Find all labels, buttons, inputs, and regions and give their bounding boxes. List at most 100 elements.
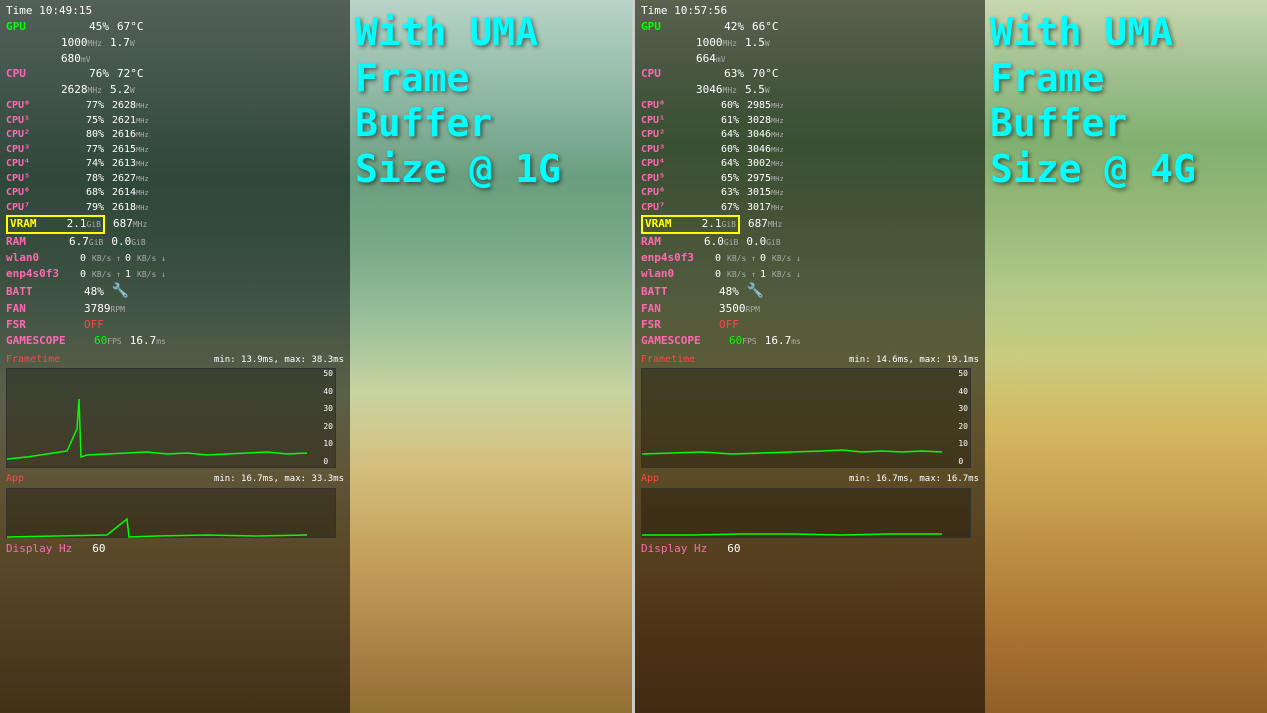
right-net2-label: wlan0	[641, 267, 711, 282]
left-batt-val: 48%	[84, 285, 104, 300]
right-overlay: Time 10:57:56 GPU 42% 66°C 1000MHz 1.5W …	[635, 0, 985, 713]
left-gpu-power: 1.7W	[110, 36, 135, 51]
left-time: Time 10:49:15	[6, 4, 344, 19]
right-cpu-label: CPU	[641, 67, 696, 82]
left-display-hz-label: Display Hz	[6, 542, 72, 557]
right-batt-icon: 🔧	[747, 282, 764, 301]
right-cpu-power: 5.5W	[745, 83, 770, 98]
right-ram-label: RAM	[641, 235, 696, 250]
left-cores-core-0: CPU⁰ 77% 2628MHz	[6, 99, 344, 113]
left-gpu-pct: 45%	[69, 20, 109, 35]
right-panel: Time 10:57:56 GPU 42% 66°C 1000MHz 1.5W …	[635, 0, 1267, 713]
right-cpu-cores: CPU⁰ 60% 2985MHz CPU¹ 61% 3028MHz CPU² 6…	[641, 99, 979, 214]
right-cpu-pct: 63%	[704, 67, 744, 82]
right-gamescope-label: GAMESCOPE	[641, 334, 721, 349]
left-cores-core-7: CPU⁷ 79% 2618MHz	[6, 201, 344, 215]
right-fan-val: 3500RPM	[719, 302, 760, 317]
right-ram-other: 0.0GiB	[746, 235, 780, 250]
left-overlay: Time 10:49:15 GPU 45% 67°C 1000MHz 1.7W …	[0, 0, 350, 713]
right-batt-val: 48%	[719, 285, 739, 300]
left-app-label: App	[6, 472, 24, 486]
right-fan-label: FAN	[641, 302, 711, 317]
right-uma-label: With UMA Frame Buffer Size @ 4G	[990, 10, 1196, 192]
right-cores-core-3: CPU³ 60% 3046MHz	[641, 143, 979, 157]
right-display-hz-val: 60	[727, 542, 740, 557]
right-frametime-chart	[642, 369, 952, 469]
right-cores-core-4: CPU⁴ 64% 3002MHz	[641, 157, 979, 171]
left-frametime-label: Frametime	[6, 353, 60, 367]
left-net1-label: wlan0	[6, 251, 76, 266]
right-vram-freq: 687MHz	[748, 217, 782, 232]
left-fan-val: 3789RPM	[84, 302, 125, 317]
left-panel: Time 10:49:15 GPU 45% 67°C 1000MHz 1.7W …	[0, 0, 632, 713]
left-cpu-power: 5.2W	[110, 83, 135, 98]
right-fsr-val: OFF	[719, 318, 739, 333]
left-cpu-temp: 72°C	[117, 67, 144, 82]
right-cores-core-2: CPU² 64% 3046MHz	[641, 128, 979, 142]
left-net2-label: enp4s0f3	[6, 267, 76, 282]
right-vram-label: VRAM	[645, 217, 695, 232]
left-gpu-freq: 1000MHz	[61, 36, 102, 51]
right-gpu-pct: 42%	[704, 20, 744, 35]
left-batt-label: BATT	[6, 285, 76, 300]
left-cores-core-2: CPU² 80% 2616MHz	[6, 128, 344, 142]
left-cpu-label: CPU	[6, 67, 61, 82]
left-cores-core-5: CPU⁵ 78% 2627MHz	[6, 172, 344, 186]
right-gpu-temp: 66°C	[752, 20, 779, 35]
left-fsr-val: OFF	[84, 318, 104, 333]
right-app-label: App	[641, 472, 659, 486]
right-cpu-temp: 70°C	[752, 67, 779, 82]
right-gamescope-fps: 60FPS	[729, 334, 757, 349]
right-cores-core-0: CPU⁰ 60% 2985MHz	[641, 99, 979, 113]
right-batt-label: BATT	[641, 285, 711, 300]
right-gpu-label: GPU	[641, 20, 696, 35]
right-gpu-power: 1.5W	[745, 36, 770, 51]
left-ram-other: 0.0GiB	[111, 235, 145, 250]
right-cores-core-5: CPU⁵ 65% 2975MHz	[641, 172, 979, 186]
left-cpu-freq: 2628MHz	[61, 83, 102, 98]
right-ram-val: 6.0GiB	[704, 235, 738, 250]
right-vram-val: 2.1GiB	[702, 217, 736, 230]
left-gpu-temp: 67°C	[117, 20, 144, 35]
left-frametime-stats: min: 13.9ms, max: 38.3ms	[214, 354, 344, 366]
left-gamescope-fps: 60FPS	[94, 334, 122, 349]
left-ram-val: 6.7GiB	[69, 235, 103, 250]
right-cores-core-7: CPU⁷ 67% 3017MHz	[641, 201, 979, 215]
right-fsr-label: FSR	[641, 318, 711, 333]
right-cores-core-6: CPU⁶ 63% 3015MHz	[641, 186, 979, 200]
left-vram-val: 2.1GiB	[67, 217, 101, 230]
left-app-chart	[7, 489, 317, 539]
right-frametime-stats: min: 14.6ms, max: 19.1ms	[849, 354, 979, 366]
right-cpu-freq: 3046MHz	[696, 83, 737, 98]
right-cores-core-1: CPU¹ 61% 3028MHz	[641, 114, 979, 128]
left-vram-label: VRAM	[10, 217, 60, 232]
left-frametime-chart	[7, 369, 317, 469]
left-fsr-label: FSR	[6, 318, 76, 333]
left-fan-label: FAN	[6, 302, 76, 317]
left-display-hz-val: 60	[92, 542, 105, 557]
left-batt-icon: 🔧	[112, 282, 129, 301]
left-ram-label: RAM	[6, 235, 61, 250]
right-gamescope-ms: 16.7ms	[765, 334, 801, 349]
left-cores-core-6: CPU⁶ 68% 2614MHz	[6, 186, 344, 200]
right-app-stats: min: 16.7ms, max: 16.7ms	[849, 473, 979, 485]
left-vram-freq: 687MHz	[113, 217, 147, 232]
right-app-chart	[642, 489, 952, 539]
left-cores-core-4: CPU⁴ 74% 2613MHz	[6, 157, 344, 171]
panel-divider	[632, 0, 635, 713]
left-cpu-cores: CPU⁰ 77% 2628MHz CPU¹ 75% 2621MHz CPU² 8…	[6, 99, 344, 214]
left-gpu-label: GPU	[6, 20, 61, 35]
left-app-stats: min: 16.7ms, max: 33.3ms	[214, 473, 344, 485]
left-gamescope-label: GAMESCOPE	[6, 334, 86, 349]
left-uma-label: With UMA Frame Buffer Size @ 1G	[355, 10, 561, 192]
left-cpu-pct: 76%	[69, 67, 109, 82]
right-time: Time 10:57:56	[641, 4, 979, 19]
right-gpu-mv: 664mV	[696, 52, 726, 65]
left-gamescope-ms: 16.7ms	[130, 334, 166, 349]
right-net1-label: enp4s0f3	[641, 251, 711, 266]
right-frametime-label: Frametime	[641, 353, 695, 367]
right-display-hz-label: Display Hz	[641, 542, 707, 557]
left-cores-core-3: CPU³ 77% 2615MHz	[6, 143, 344, 157]
left-gpu-mv: 680mV	[61, 52, 91, 65]
right-gpu-freq: 1000MHz	[696, 36, 737, 51]
